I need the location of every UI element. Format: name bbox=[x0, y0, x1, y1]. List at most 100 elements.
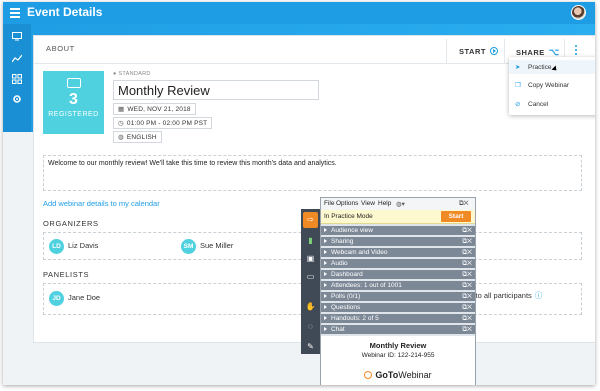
info-icon: ⓘ bbox=[534, 291, 543, 300]
time-label: 01:00 PM - 02:00 PM PST bbox=[126, 120, 208, 127]
screen-share-icon[interactable]: ▭ bbox=[303, 269, 318, 285]
start-webinar-button[interactable]: Start bbox=[441, 211, 471, 222]
panelist-item[interactable]: JD Jane Doe bbox=[49, 291, 100, 306]
play-circle-icon bbox=[489, 47, 498, 55]
lock-icon: ● bbox=[113, 71, 117, 77]
organizers-heading: ORGANIZERS bbox=[43, 219, 99, 228]
organizer-item[interactable]: LD Liz Davis bbox=[49, 239, 98, 254]
divider bbox=[504, 39, 505, 63]
expand-arrow-icon bbox=[324, 239, 327, 243]
start-label: START bbox=[459, 47, 486, 56]
pane-controls-icon[interactable]: ⧉✕ bbox=[462, 226, 472, 236]
menu-help[interactable]: Help bbox=[378, 200, 391, 207]
pane-questions[interactable]: Questions ⧉✕ bbox=[321, 303, 475, 313]
registered-label: REGISTERED bbox=[48, 111, 99, 118]
pane-controls-icon[interactable]: ⧉✕ bbox=[462, 303, 472, 313]
language-label: ENGLISH bbox=[126, 134, 157, 141]
menu-item-label: Cancel bbox=[528, 101, 549, 108]
trend-chart-icon[interactable] bbox=[11, 54, 23, 64]
grid-icon[interactable] bbox=[12, 74, 22, 84]
clock-icon: ◷ bbox=[118, 120, 124, 127]
top-bar: Event Details bbox=[3, 2, 595, 24]
window-controls-icon[interactable]: ⧉✕ bbox=[459, 200, 469, 208]
share-menu: ➤ Practice ❐ Copy Webinar ⊘ Cancel bbox=[509, 57, 595, 115]
pane-label: Chat bbox=[331, 326, 345, 333]
language-chip[interactable]: ◍ ENGLISH bbox=[113, 131, 162, 143]
date-chip[interactable]: ▦ WED, NOV 21, 2018 bbox=[113, 103, 196, 115]
more-options-icon[interactable] bbox=[575, 45, 579, 57]
pane-controls-icon[interactable]: ⧉✕ bbox=[462, 314, 472, 324]
hand-icon[interactable]: ✋ bbox=[303, 299, 318, 315]
microphone-icon[interactable]: ▮ bbox=[303, 233, 318, 249]
pane-controls-icon[interactable]: ⧉✕ bbox=[462, 259, 472, 269]
add-to-calendar-link[interactable]: Add webinar details to my calendar bbox=[43, 199, 160, 208]
calendar-icon: ▦ bbox=[118, 106, 125, 113]
pane-controls-icon[interactable]: ⧉✕ bbox=[462, 237, 472, 247]
pane-chat[interactable]: Chat ⧉✕ bbox=[321, 325, 475, 335]
event-title-field[interactable]: Monthly Review bbox=[113, 80, 319, 100]
pane-controls-icon[interactable]: ⧉✕ bbox=[462, 281, 472, 291]
draw-tool-icon[interactable]: ✎ bbox=[303, 339, 318, 355]
menu-item-copy-webinar[interactable]: ❐ Copy Webinar bbox=[515, 81, 569, 89]
copy-icon: ❐ bbox=[515, 82, 521, 89]
pane-controls-icon[interactable]: ⧉✕ bbox=[462, 292, 472, 302]
expand-arrow-icon bbox=[324, 305, 327, 309]
pane-label: Questions bbox=[331, 304, 361, 311]
expand-arrow-icon bbox=[324, 261, 327, 265]
pane-controls-icon[interactable]: ⧉✕ bbox=[462, 270, 472, 280]
pane-dashboard[interactable]: Dashboard ⧉✕ bbox=[321, 270, 475, 280]
avatar: JD bbox=[49, 291, 64, 306]
control-tabs: ⇨ ▮ ▣ ▭ ✋ ◌ ✎ bbox=[301, 209, 320, 354]
menu-icon[interactable] bbox=[10, 8, 20, 20]
menu-view[interactable]: View bbox=[361, 200, 375, 207]
pane-audience-view[interactable]: Audience view ⧉✕ bbox=[321, 226, 475, 236]
registered-count: 3 bbox=[69, 91, 78, 108]
organizer-name: Sue Miller bbox=[200, 241, 234, 250]
pane-controls-icon[interactable]: ⧉✕ bbox=[462, 248, 472, 258]
pane-label: Polls (0/1) bbox=[331, 293, 361, 300]
gear-icon[interactable] bbox=[12, 94, 22, 104]
webinar-title: Monthly Review bbox=[369, 341, 427, 350]
menu-item-cancel[interactable]: ⊘ Cancel bbox=[515, 100, 548, 108]
pane-label: Attendees: 1 out of 1001 bbox=[331, 282, 402, 289]
divider bbox=[446, 39, 447, 63]
chat-bubble-icon[interactable]: ◌ bbox=[303, 319, 318, 335]
pane-attendees[interactable]: Attendees: 1 out of 1001 ⧉✕ bbox=[321, 281, 475, 291]
pane-webcam-video[interactable]: Webcam and Video ⧉✕ bbox=[321, 248, 475, 258]
organizer-item[interactable]: SM Sue Miller bbox=[181, 239, 233, 254]
share-label: SHARE bbox=[516, 48, 545, 57]
menu-item-label: Copy Webinar bbox=[528, 82, 570, 89]
pane-controls-icon[interactable]: ⧉✕ bbox=[462, 325, 472, 335]
expand-arrow-icon bbox=[324, 316, 327, 320]
menu-item-practice[interactable]: ➤ Practice bbox=[515, 63, 551, 71]
start-button[interactable]: START bbox=[459, 47, 498, 56]
logo-mark-icon bbox=[364, 371, 373, 379]
about-tab[interactable]: ABOUT bbox=[46, 44, 75, 53]
user-avatar[interactable] bbox=[571, 5, 586, 20]
globe-icon: ◍ bbox=[118, 134, 124, 141]
webcam-icon[interactable]: ▣ bbox=[303, 251, 318, 267]
description-field[interactable]: Welcome to our monthly review! We'll tak… bbox=[43, 155, 582, 191]
pane-handouts[interactable]: Handouts: 2 of 5 ⧉✕ bbox=[321, 314, 475, 324]
time-chip[interactable]: ◷ 01:00 PM - 02:00 PM PST bbox=[113, 117, 213, 129]
pane-label: Webcam and Video bbox=[331, 249, 388, 256]
pane-label: Handouts: 2 of 5 bbox=[331, 315, 379, 322]
pane-sharing[interactable]: Sharing ⧉✕ bbox=[321, 237, 475, 247]
menu-item-label: Practice bbox=[528, 64, 552, 71]
collapse-arrow-icon[interactable]: ⇨ bbox=[303, 212, 318, 228]
event-type-label: STANDARD bbox=[118, 71, 151, 77]
avatar: SM bbox=[181, 239, 196, 254]
registrants-icon bbox=[66, 78, 81, 88]
logo-prefix: GoTo bbox=[375, 370, 399, 380]
gotowebinar-logo: GoToWebinar bbox=[321, 370, 475, 380]
expand-arrow-icon bbox=[324, 272, 327, 276]
practice-mode-bar: In Practice Mode Start bbox=[321, 210, 475, 224]
organizer-name: Liz Davis bbox=[68, 241, 99, 250]
pane-polls[interactable]: Polls (0/1) ⧉✕ bbox=[321, 292, 475, 302]
menu-file[interactable]: File bbox=[324, 200, 334, 207]
menu-options[interactable]: Options bbox=[336, 200, 358, 207]
date-label: WED, NOV 21, 2018 bbox=[127, 106, 191, 113]
pane-audio[interactable]: Audio ⧉✕ bbox=[321, 259, 475, 269]
monitor-icon[interactable] bbox=[12, 32, 22, 42]
globe-dropdown-icon[interactable]: ◍▾ bbox=[396, 200, 405, 208]
